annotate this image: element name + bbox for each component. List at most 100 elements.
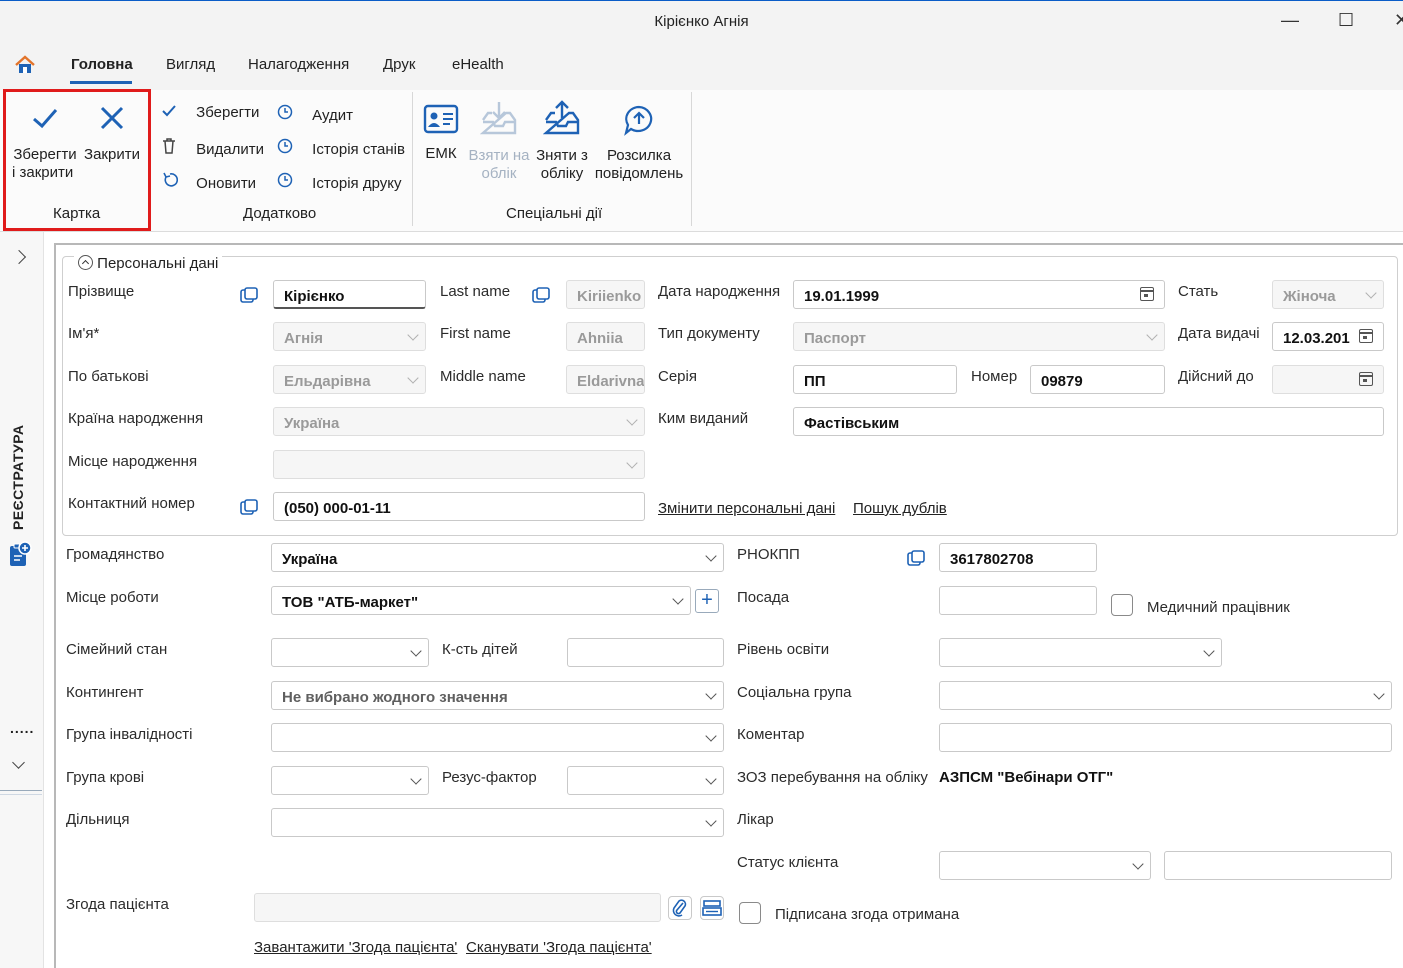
surname-input[interactable]: Кірієнко (273, 280, 426, 309)
refresh-button[interactable]: Оновити (162, 172, 256, 192)
education-select[interactable] (939, 638, 1222, 667)
clock-icon (277, 104, 297, 124)
maximize-button[interactable]: ☐ (1338, 10, 1354, 31)
children-input[interactable] (567, 638, 724, 667)
scanner-icon[interactable] (700, 896, 724, 920)
sex-select[interactable]: Жіноча (1272, 280, 1384, 309)
upload-consent-link[interactable]: Завантажити 'Згода пацієнта' (254, 939, 457, 956)
calendar-icon[interactable] (1140, 287, 1154, 301)
chevron-down-icon (705, 550, 717, 562)
take-register-label-2: облік (481, 165, 517, 182)
rhesus-select[interactable] (567, 766, 724, 795)
consent-signed-checkbox[interactable] (739, 902, 761, 924)
copy-icon[interactable] (532, 287, 550, 307)
scan-consent-link[interactable]: Сканувати 'Згода пацієнта' (466, 939, 652, 956)
phone-label: Контактний номер (68, 495, 195, 512)
zoz-label: ЗОЗ перебування на обліку (737, 769, 928, 786)
medical-worker-label: Медичний працівник (1147, 599, 1290, 616)
blood-group-select[interactable] (271, 766, 429, 795)
close-window-button[interactable]: ✕ (1394, 10, 1403, 31)
print-history-button[interactable]: Історія друку (277, 172, 402, 192)
client-status-select[interactable] (939, 851, 1151, 880)
disability-label: Група інвалідності (66, 726, 193, 743)
chevron-down-icon (705, 773, 717, 785)
remove-register-button[interactable]: Зняти з обліку (532, 100, 592, 183)
issued-by-input[interactable]: Фастівським (793, 407, 1384, 436)
consent-signed-label: Підписана згода отримана (775, 906, 960, 923)
rnokpp-label: РНОКПП (737, 546, 800, 563)
chevron-down-icon (626, 414, 638, 426)
tab-settings[interactable]: Налагодження (248, 56, 349, 73)
take-register-button[interactable]: Взяти на облік (466, 100, 532, 183)
minimize-button[interactable]: — (1281, 10, 1299, 31)
message-upload-icon (594, 104, 684, 140)
work-select[interactable]: ТОВ "АТБ-маркет" (271, 586, 691, 615)
personal-data-legend[interactable]: Персональні дані (74, 255, 223, 272)
tab-ehealth[interactable]: eHealth (452, 56, 504, 73)
medical-worker-checkbox[interactable] (1111, 594, 1133, 616)
calendar-icon[interactable] (1359, 329, 1373, 343)
doctype-select[interactable]: Паспорт (793, 322, 1165, 351)
valid-until-input[interactable] (1272, 365, 1384, 394)
registry-add-icon[interactable] (8, 540, 32, 572)
contingent-label: Контингент (66, 684, 144, 701)
paperclip-icon[interactable] (668, 896, 692, 920)
calendar-icon[interactable] (1359, 372, 1373, 386)
middlename-input[interactable]: Eldarivna (566, 365, 645, 394)
birth-country-select[interactable]: Україна (273, 407, 645, 436)
copy-icon[interactable] (240, 499, 258, 519)
name-select[interactable]: Агнія (273, 322, 426, 351)
tab-main[interactable]: Головна (71, 56, 133, 73)
ribbon-group-extra-label: Додатково (243, 205, 317, 222)
sex-value: Жіноча (1283, 288, 1336, 305)
disability-select[interactable] (271, 723, 724, 752)
social-group-select[interactable] (939, 681, 1392, 710)
citizenship-select[interactable]: Україна (271, 543, 724, 572)
lastname-input[interactable]: Kiriienko (566, 280, 645, 309)
marital-select[interactable] (271, 638, 429, 667)
comment-input[interactable] (939, 723, 1392, 752)
consent-file-input[interactable] (254, 893, 661, 922)
tab-view[interactable]: Вигляд (166, 56, 215, 73)
contingent-select[interactable]: Не вибрано жодного значення (271, 681, 724, 710)
client-status-extra-input[interactable] (1164, 851, 1392, 880)
number-input[interactable]: 09879 (1030, 365, 1165, 394)
copy-icon[interactable] (907, 550, 925, 570)
chevron-down-icon (1132, 858, 1144, 870)
series-input[interactable]: ПП (793, 365, 957, 394)
patronymic-select[interactable]: Ельдарівна (273, 365, 426, 394)
tab-print[interactable]: Друк (383, 56, 415, 73)
find-duplicates-link[interactable]: Пошук дублів (853, 500, 947, 517)
emk-button[interactable]: ЕМК (420, 104, 462, 163)
sex-label: Стать (1178, 283, 1219, 300)
state-history-button[interactable]: Історія станів (277, 138, 405, 158)
copy-icon[interactable] (240, 287, 258, 307)
chevron-down-icon (1203, 645, 1215, 657)
firstname-input[interactable]: Ahniia (566, 322, 645, 351)
client-status-label: Статус клієнта (737, 854, 839, 871)
save-button[interactable]: Зберегти (162, 104, 259, 121)
chevron-down-icon (407, 329, 419, 341)
phone-input[interactable]: (050) 000-01-11 (273, 492, 645, 521)
position-input[interactable] (939, 586, 1097, 615)
chevron-down-icon (626, 457, 638, 469)
mailing-label-2: повідомлень (594, 165, 684, 182)
issue-date-label: Дата видачі (1178, 325, 1260, 342)
doctype-label: Тип документу (658, 325, 760, 342)
issue-date-input[interactable]: 12.03.201 (1272, 322, 1384, 351)
name-value: Агнія (284, 330, 324, 347)
marital-label: Сімейний стан (66, 641, 168, 658)
audit-button[interactable]: Аудит (277, 104, 353, 124)
chevron-down-icon (410, 773, 422, 785)
home-icon[interactable] (14, 55, 36, 79)
birth-place-select[interactable] (273, 450, 645, 479)
left-rail (0, 232, 44, 968)
rnokpp-input[interactable]: 3617802708 (939, 543, 1097, 572)
mailing-button[interactable]: Розсилка повідомлень (594, 104, 684, 183)
birthdate-input[interactable]: 19.01.1999 (793, 280, 1165, 309)
work-value: ТОВ "АТБ-маркет" (282, 594, 419, 611)
add-work-button[interactable]: + (695, 589, 719, 613)
district-select[interactable] (271, 808, 724, 837)
change-personal-data-link[interactable]: Змінити персональні дані (658, 500, 835, 517)
delete-button[interactable]: Видалити (162, 138, 264, 158)
